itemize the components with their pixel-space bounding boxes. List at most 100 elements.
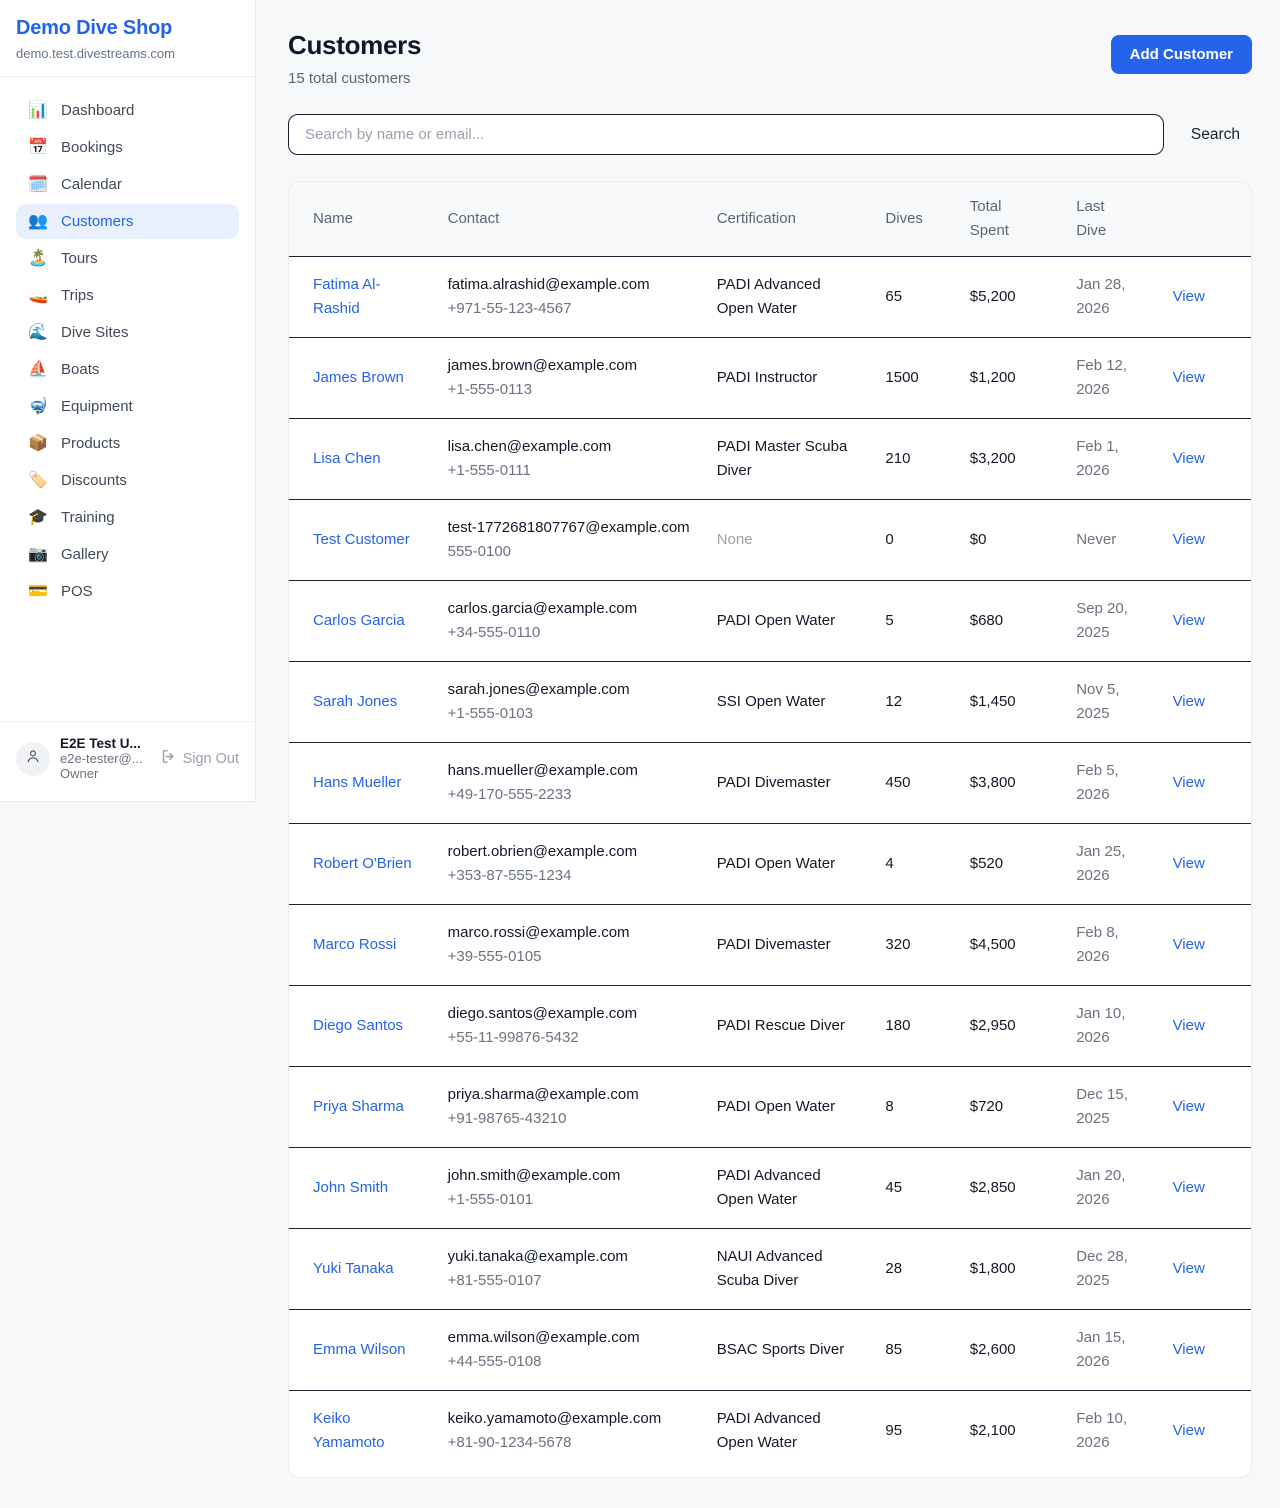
sidebar-item-discounts[interactable]: 🏷️ Discounts (16, 463, 239, 498)
customer-last-dive: Jan 10, 2026 (1064, 986, 1160, 1067)
sidebar-item-training[interactable]: 🎓 Training (16, 500, 239, 535)
customer-name-link[interactable]: Fatima Al-Rashid (313, 276, 381, 317)
brand: Demo Dive Shop demo.test.divestreams.com (0, 0, 255, 76)
view-customer-link[interactable]: View (1173, 612, 1205, 629)
customer-name-link[interactable]: Priya Sharma (313, 1098, 404, 1115)
customer-name-link[interactable]: Keiko Yamamoto (313, 1410, 384, 1451)
customer-contact: test-1772681807767@example.com 555-0100 (436, 500, 705, 581)
customer-name-link[interactable]: Carlos Garcia (313, 612, 405, 629)
sidebar-item-pos[interactable]: 💳 POS (16, 574, 239, 609)
view-customer-link[interactable]: View (1173, 1098, 1205, 1115)
customer-phone: 555-0100 (448, 540, 693, 564)
customer-name-link[interactable]: Sarah Jones (313, 693, 397, 710)
customer-last-dive: Feb 8, 2026 (1064, 905, 1160, 986)
wave-icon: 🌊 (28, 325, 48, 341)
table-row: Lisa Chen lisa.chen@example.com +1-555-0… (289, 419, 1251, 500)
sidebar-item-dive-sites[interactable]: 🌊 Dive Sites (16, 315, 239, 350)
search-button[interactable]: Search (1191, 120, 1240, 150)
customer-name-link[interactable]: Test Customer (313, 531, 410, 548)
customer-last-dive: Feb 10, 2026 (1064, 1391, 1160, 1478)
user-role: Owner (60, 766, 160, 781)
customer-email: keiko.yamamoto@example.com (448, 1407, 693, 1431)
customer-last-dive: Jan 20, 2026 (1064, 1148, 1160, 1229)
customer-last-dive: Nov 5, 2025 (1064, 662, 1160, 743)
customer-name-link[interactable]: Lisa Chen (313, 450, 381, 467)
sidebar-item-trips[interactable]: 🚤 Trips (16, 278, 239, 313)
customer-name-link[interactable]: Hans Mueller (313, 774, 401, 791)
user-section: E2E Test U... e2e-tester@... Owner Sign … (0, 721, 255, 801)
sidebar-item-tours[interactable]: 🏝️ Tours (16, 241, 239, 276)
customer-dives: 65 (873, 257, 957, 338)
customer-total-spent: $1,800 (958, 1229, 1064, 1310)
view-customer-link[interactable]: View (1173, 1260, 1205, 1277)
view-customer-link[interactable]: View (1173, 693, 1205, 710)
table-row: Sarah Jones sarah.jones@example.com +1-5… (289, 662, 1251, 743)
sign-out-button[interactable]: Sign Out (160, 748, 239, 769)
customer-dives: 1500 (873, 338, 957, 419)
user-name: E2E Test U... (60, 736, 160, 751)
customer-name-link[interactable]: Marco Rossi (313, 936, 396, 953)
customer-email: priya.sharma@example.com (448, 1083, 693, 1107)
customer-email: emma.wilson@example.com (448, 1326, 693, 1350)
customer-name-link[interactable]: Robert O'Brien (313, 855, 412, 872)
customer-phone: +971-55-123-4567 (448, 297, 693, 321)
table-row: Emma Wilson emma.wilson@example.com +44-… (289, 1310, 1251, 1391)
customer-email: fatima.alrashid@example.com (448, 273, 693, 297)
view-customer-link[interactable]: View (1173, 936, 1205, 953)
diving-mask-icon: 🤿 (28, 399, 48, 415)
customer-total-spent: $1,450 (958, 662, 1064, 743)
person-icon (24, 747, 42, 770)
sidebar-item-calendar[interactable]: 🗓️ Calendar (16, 167, 239, 202)
customer-name-link[interactable]: Yuki Tanaka (313, 1260, 394, 1277)
sidebar-item-boats[interactable]: ⛵ Boats (16, 352, 239, 387)
sidebar-item-bookings[interactable]: 📅 Bookings (16, 130, 239, 165)
customer-total-spent: $5,200 (958, 257, 1064, 338)
customer-name-link[interactable]: James Brown (313, 369, 404, 386)
search-bar: Search (288, 114, 1252, 155)
customer-contact: priya.sharma@example.com +91-98765-43210 (436, 1067, 705, 1148)
customer-contact: yuki.tanaka@example.com +81-555-0107 (436, 1229, 705, 1310)
sidebar-item-customers[interactable]: 👥 Customers (16, 204, 239, 239)
sidebar-item-gallery[interactable]: 📷 Gallery (16, 537, 239, 572)
view-customer-link[interactable]: View (1173, 774, 1205, 791)
customer-certification: PADI Rescue Diver (705, 986, 874, 1067)
sidebar-item-dashboard[interactable]: 📊 Dashboard (16, 93, 239, 128)
table-row: Fatima Al-Rashid fatima.alrashid@example… (289, 257, 1251, 338)
view-customer-link[interactable]: View (1173, 369, 1205, 386)
customer-total-spent: $3,200 (958, 419, 1064, 500)
sidebar-item-products[interactable]: 📦 Products (16, 426, 239, 461)
page-heading-group: Customers 15 total customers (288, 30, 421, 87)
view-customer-link[interactable]: View (1173, 531, 1205, 548)
view-customer-link[interactable]: View (1173, 1017, 1205, 1034)
view-customer-link[interactable]: View (1173, 1422, 1205, 1439)
customer-phone: +81-555-0107 (448, 1269, 693, 1293)
customer-certification: PADI Master Scuba Diver (705, 419, 874, 500)
view-customer-link[interactable]: View (1173, 1179, 1205, 1196)
customer-phone: +91-98765-43210 (448, 1107, 693, 1131)
customer-certification: PADI Divemaster (705, 743, 874, 824)
user-info: E2E Test U... e2e-tester@... Owner (60, 736, 160, 781)
calendar-date-icon: 📅 (28, 140, 48, 156)
customer-email: james.brown@example.com (448, 354, 693, 378)
customer-name-link[interactable]: Emma Wilson (313, 1341, 406, 1358)
shop-domain: demo.test.divestreams.com (16, 46, 239, 61)
customer-contact: diego.santos@example.com +55-11-99876-54… (436, 986, 705, 1067)
customer-total-spent: $720 (958, 1067, 1064, 1148)
customer-dives: 320 (873, 905, 957, 986)
sidebar-item-equipment[interactable]: 🤿 Equipment (16, 389, 239, 424)
customer-email: diego.santos@example.com (448, 1002, 693, 1026)
table-row: James Brown james.brown@example.com +1-5… (289, 338, 1251, 419)
view-customer-link[interactable]: View (1173, 855, 1205, 872)
view-customer-link[interactable]: View (1173, 1341, 1205, 1358)
view-customer-link[interactable]: View (1173, 450, 1205, 467)
customer-total-spent: $1,200 (958, 338, 1064, 419)
customer-phone: +49-170-555-2233 (448, 783, 693, 807)
customer-name-link[interactable]: John Smith (313, 1179, 388, 1196)
package-icon: 📦 (28, 436, 48, 452)
table-row: Test Customer test-1772681807767@example… (289, 500, 1251, 581)
search-input[interactable] (288, 114, 1164, 155)
customer-name-link[interactable]: Diego Santos (313, 1017, 403, 1034)
view-customer-link[interactable]: View (1173, 288, 1205, 305)
customer-certification: SSI Open Water (705, 662, 874, 743)
add-customer-button[interactable]: Add Customer (1111, 35, 1252, 74)
